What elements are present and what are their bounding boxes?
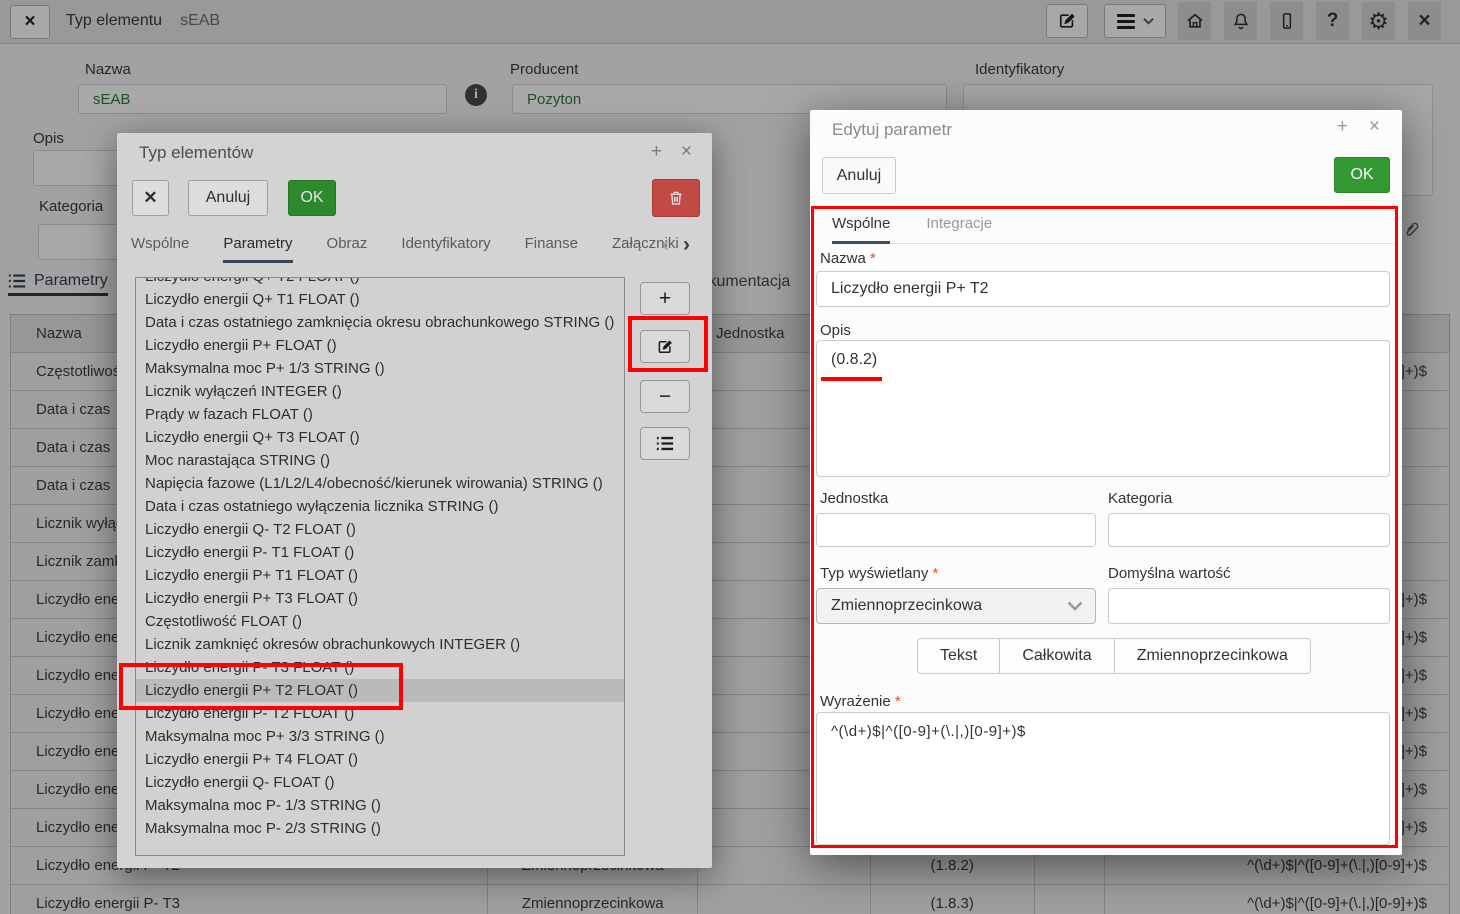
dialog-ok-button[interactable]: OK	[1334, 157, 1390, 193]
screen: × Typ elementusEAB ? ⚙	[0, 0, 1460, 914]
dialog-kategoria-input[interactable]	[1108, 513, 1390, 547]
dialog-wyrazenie-textarea[interactable]: ^(\d+)$|^([0-9]+(\.|,)[0-9]+)$	[816, 712, 1390, 845]
dialog-opis-label: Opis	[820, 322, 851, 339]
dialog-title: Edytuj parametr	[832, 120, 952, 140]
dialog-jednostka-input[interactable]	[816, 513, 1096, 547]
dialog-kategoria-label: Kategoria	[1108, 490, 1172, 507]
edytuj-parametr-dialog: Edytuj parametr + × Anuluj OK Wspólne Int…	[810, 110, 1402, 855]
dialog-typ-label: Typ wyświetlany *	[820, 565, 938, 582]
type-button-zmiennoprzecinkowa[interactable]: Zmiennoprzecinkowa	[1115, 638, 1311, 674]
type-button-group: TekstCałkowitaZmiennoprzecinkowa	[917, 638, 1311, 674]
dialog-anuluj-button[interactable]: Anuluj	[822, 157, 896, 194]
dialog-expand-icon[interactable]: +	[1337, 116, 1348, 138]
dialog-wyrazenie-label: Wyrażenie *	[820, 693, 901, 710]
type-button-całkowita[interactable]: Całkowita	[1000, 638, 1114, 674]
dialog-nazwa-label: Nazwa *	[820, 250, 876, 267]
dialog-tab-bar: Wspólne Integracje	[832, 215, 1394, 244]
dialog-close-icon[interactable]: ×	[1369, 116, 1380, 138]
dialog-jednostka-label: Jednostka	[820, 490, 888, 507]
dialog-tab-integracje[interactable]: Integracje	[926, 215, 992, 243]
dialog-domyslna-input[interactable]	[1108, 588, 1390, 624]
dialog-typ-value: Zmiennoprzecinkowa	[831, 597, 982, 615]
dialog-typ-select[interactable]: Zmiennoprzecinkowa	[816, 588, 1096, 624]
chevron-down-icon	[1067, 601, 1083, 611]
dialog-opis-textarea[interactable]: (0.8.2)	[816, 340, 1390, 477]
dialog-domyslna-label: Domyślna wartość	[1108, 565, 1231, 582]
dialog-nazwa-input[interactable]: Liczydło energii P+ T2	[816, 271, 1390, 307]
type-button-tekst[interactable]: Tekst	[917, 638, 1000, 674]
dialog-tab-wspólne[interactable]: Wspólne	[832, 215, 890, 244]
